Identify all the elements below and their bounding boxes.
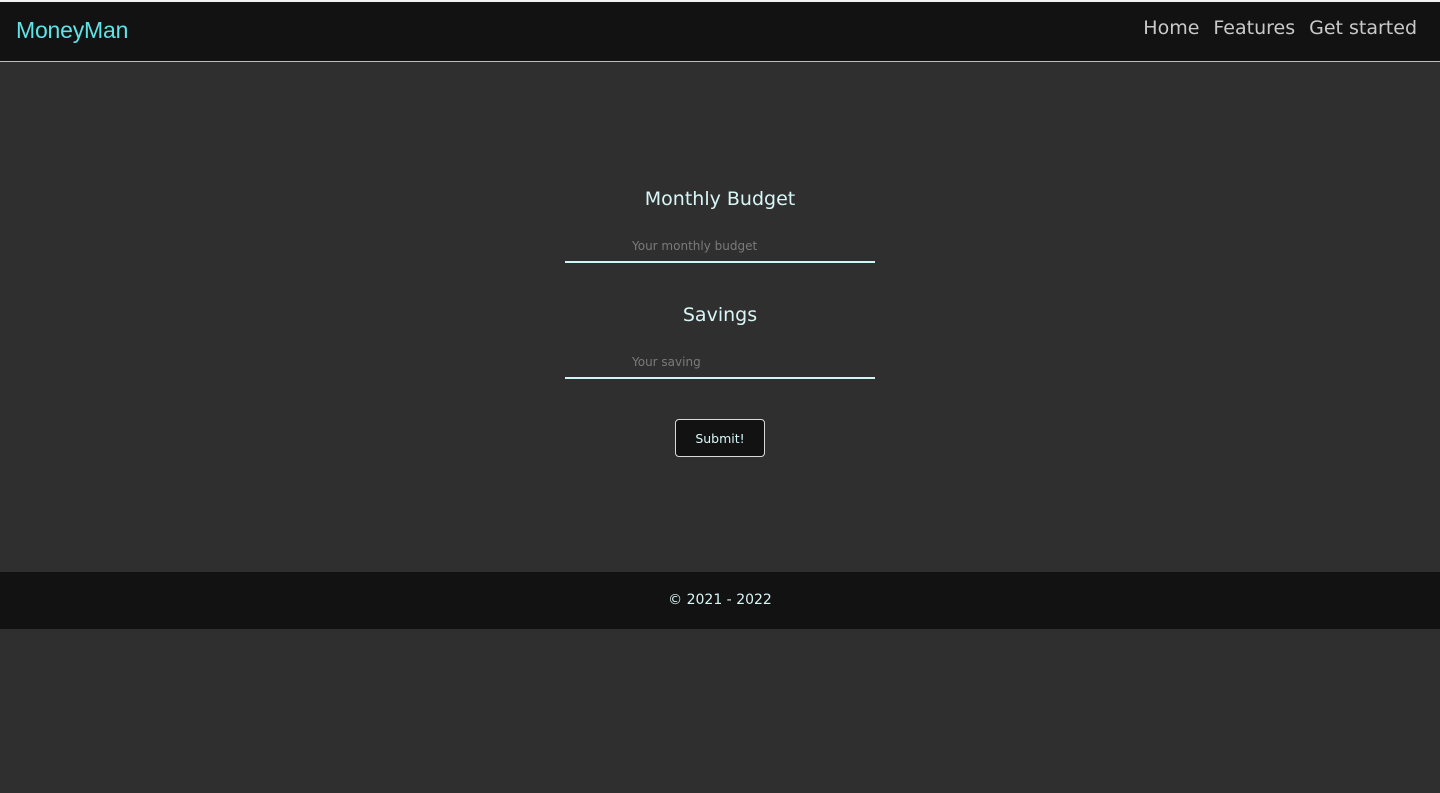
savings-group: Savings [565,301,875,379]
brand-logo[interactable]: MoneyMan [16,17,128,44]
navbar: MoneyMan Home Features Get started [0,0,1440,62]
copyright-text: © 2021 - 2022 [668,592,772,608]
budget-label: Monthly Budget [644,188,796,210]
nav-links: Home Features Get started [1143,17,1417,39]
nav-link-home[interactable]: Home [1143,17,1199,39]
savings-label: Savings [682,304,758,326]
budget-input[interactable] [565,231,875,263]
budget-group: Monthly Budget [565,185,875,263]
budget-form: Monthly Budget Savings [565,185,875,379]
nav-link-features[interactable]: Features [1213,17,1295,39]
footer: © 2021 - 2022 [0,572,1440,629]
page: MoneyMan Home Features Get started Month… [0,0,1440,793]
submit-button[interactable]: Submit! [675,419,765,457]
nav-link-get-started[interactable]: Get started [1309,17,1417,39]
savings-input[interactable] [565,347,875,379]
